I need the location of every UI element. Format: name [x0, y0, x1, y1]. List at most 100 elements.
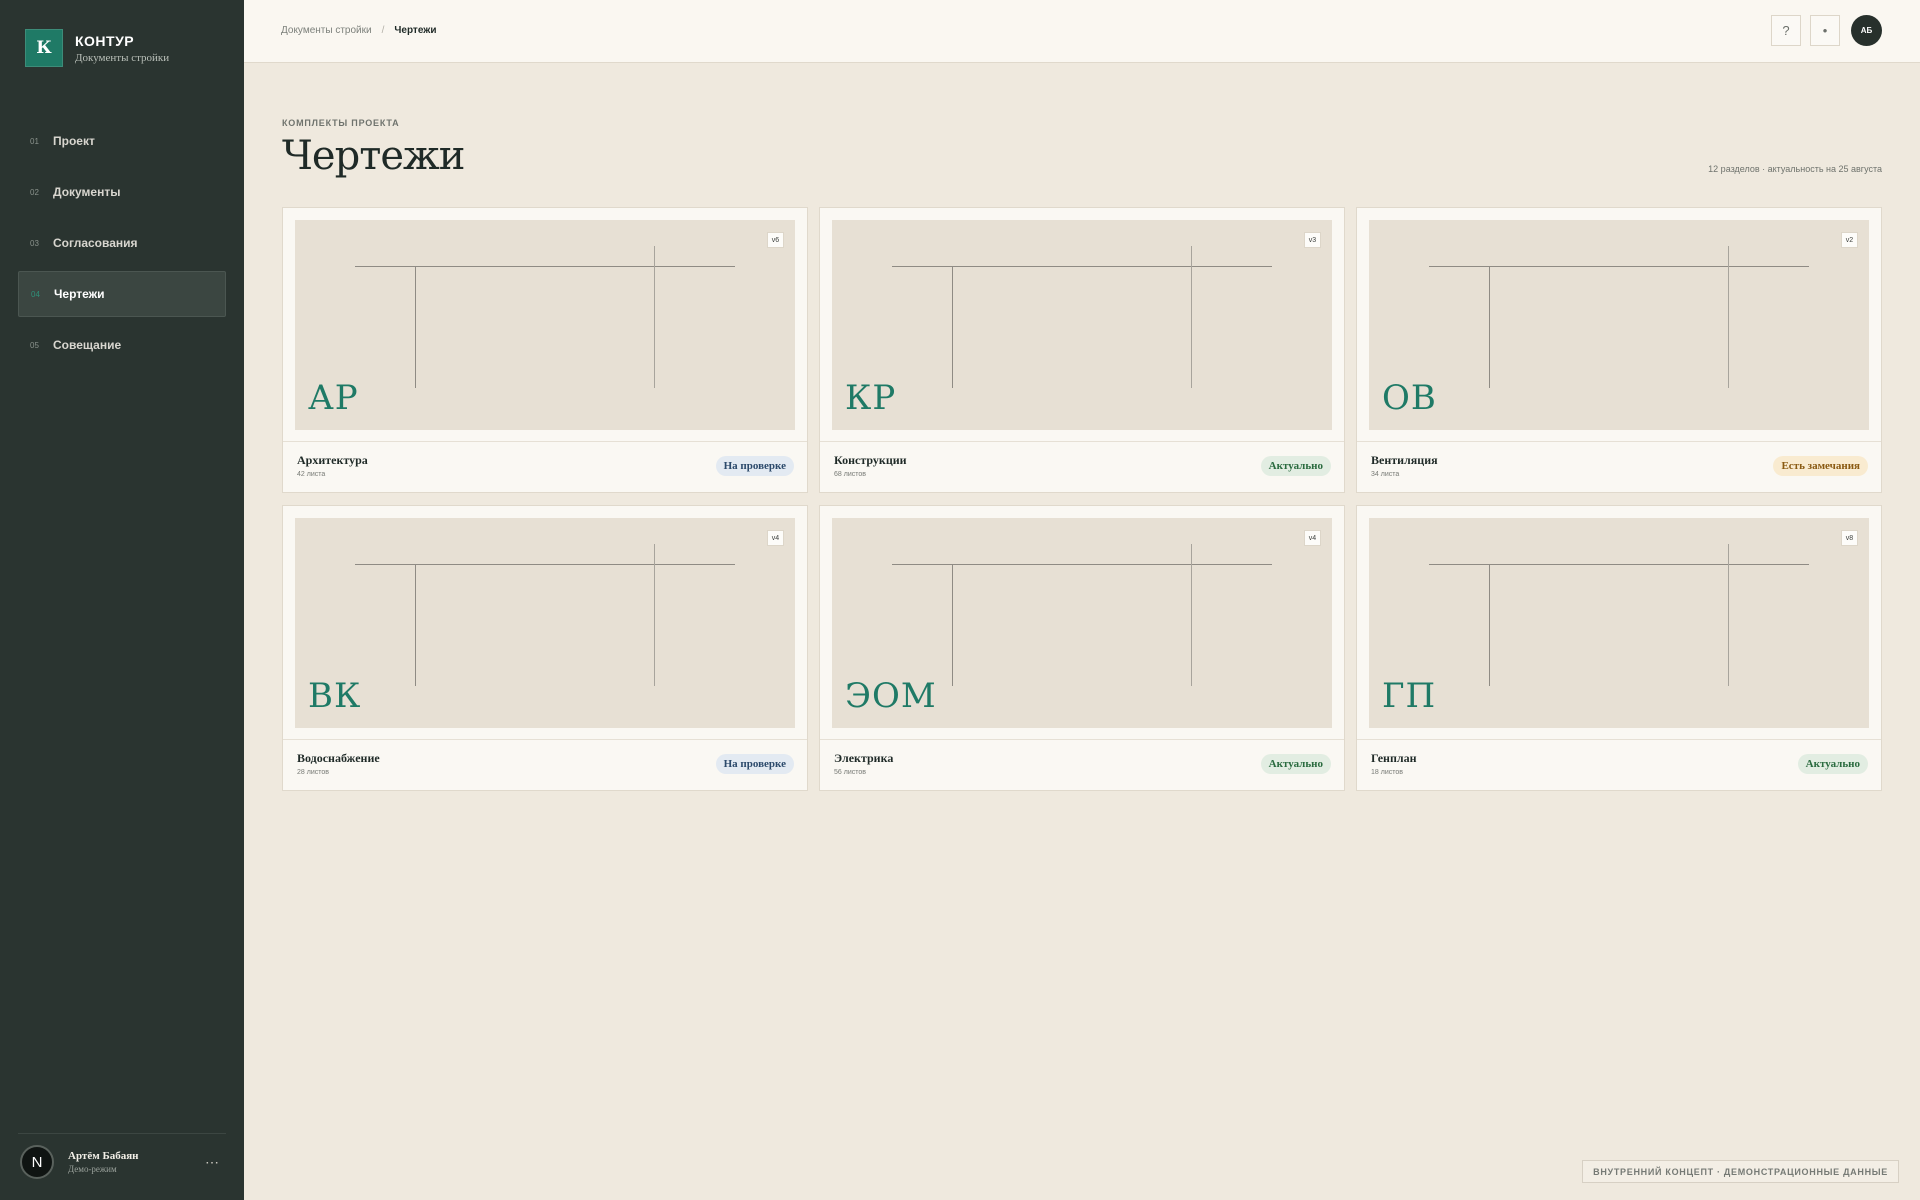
card-name: Конструкции: [834, 453, 907, 467]
version-badge: v6: [767, 232, 784, 248]
drawing-line: [654, 246, 655, 388]
card-sheets: 34 листа: [1371, 471, 1400, 478]
breadcrumb-current: Чертежи: [394, 25, 437, 36]
card-footer: Генплан 18 листов Актуально: [1357, 739, 1881, 791]
drawing-line: [415, 266, 416, 388]
sidebar-item-number: 02: [30, 187, 39, 197]
breadcrumb: Документы стройки / Чертежи: [281, 25, 437, 36]
drawing-set-card[interactable]: ВК v4 Водоснабжение 28 листов На проверк…: [282, 505, 808, 791]
drawing-line: [415, 564, 416, 686]
user-panel: N Артём Бабаян Демо-режим ⋯: [20, 1145, 224, 1179]
status-badge: Есть замечания: [1773, 456, 1868, 476]
card-footer: Электрика 56 листов Актуально: [820, 739, 1344, 791]
version-badge: v4: [767, 530, 784, 546]
drawing-line: [1429, 564, 1809, 565]
card-code: ОВ: [1382, 378, 1437, 418]
status-badge: На проверке: [715, 754, 794, 774]
card-sheets: 18 листов: [1371, 769, 1403, 776]
sidebar-item-drawings[interactable]: 04 Чертежи: [18, 271, 226, 317]
demo-data-tag: ВНУТРЕННИЙ КОНЦЕПТ · ДЕМОНСТРАЦИОННЫЕ ДА…: [1582, 1160, 1899, 1183]
card-footer: Водоснабжение 28 листов На проверке: [283, 739, 807, 791]
drawing-set-card[interactable]: ЭОМ v4 Электрика 56 листов Актуально: [819, 505, 1345, 791]
card-name: Генплан: [1371, 751, 1417, 765]
card-name: Архитектура: [297, 453, 368, 467]
brand-name: КОНТУР: [75, 32, 135, 49]
card-thumbnail: ГП v8: [1369, 518, 1869, 728]
status-badge: На проверке: [715, 456, 794, 476]
sidebar-item-number: 01: [30, 136, 39, 146]
sidebar-item-label: Проект: [53, 134, 95, 148]
notifications-button[interactable]: •: [1810, 15, 1840, 46]
drawing-line: [892, 266, 1272, 267]
drawing-line: [892, 564, 1272, 565]
drawing-line: [1429, 266, 1809, 267]
drawing-line: [952, 266, 953, 388]
card-thumbnail: ОВ v2: [1369, 220, 1869, 430]
card-sheets: 42 листа: [297, 471, 326, 478]
drawing-line: [355, 564, 735, 565]
version-badge: v8: [1841, 530, 1858, 546]
drawing-line: [1728, 544, 1729, 686]
drawing-line: [1489, 266, 1490, 388]
version-badge: v2: [1841, 232, 1858, 248]
drawing-set-card[interactable]: АР v6 Архитектура 42 листа На проверке: [282, 207, 808, 493]
help-button[interactable]: ?: [1771, 15, 1801, 46]
card-footer: Вентиляция 34 листа Есть замечания: [1357, 441, 1881, 493]
sidebar-item-meeting[interactable]: 05 Совещание: [18, 322, 226, 368]
brand-text: КОНТУР Документы стройки: [75, 33, 169, 64]
sidebar-item-number: 05: [30, 340, 39, 350]
drawing-set-card[interactable]: КР v3 Конструкции 68 листов Актуально: [819, 207, 1345, 493]
card-name: Электрика: [834, 751, 894, 765]
user-role: Демо-режим: [68, 1164, 117, 1174]
card-sheets: 68 листов: [834, 471, 866, 478]
help-icon: ?: [1782, 23, 1790, 38]
version-badge: v4: [1304, 530, 1321, 546]
breadcrumb-parent-link[interactable]: Документы стройки: [281, 25, 372, 36]
drawing-line: [654, 544, 655, 686]
topbar: Документы стройки / Чертежи ? • АБ: [244, 0, 1920, 63]
card-sheets: 28 листов: [297, 769, 329, 776]
card-code: ВК: [308, 676, 362, 716]
sidebar-item-number: 03: [30, 238, 39, 248]
status-badge: Актуально: [1797, 754, 1868, 774]
status-badge: Актуально: [1260, 456, 1331, 476]
card-footer: Архитектура 42 листа На проверке: [283, 441, 807, 493]
brand-logo: К: [25, 29, 63, 67]
sidebar-divider: [18, 1133, 226, 1134]
brand[interactable]: К КОНТУР Документы стройки: [25, 29, 169, 67]
sidebar: К КОНТУР Документы стройки 01 Проект 02 …: [0, 0, 244, 1200]
sidebar-item-label: Совещание: [53, 338, 122, 352]
card-thumbnail: ЭОМ v4: [832, 518, 1332, 728]
drawing-set-card[interactable]: ОВ v2 Вентиляция 34 листа Есть замечания: [1356, 207, 1882, 493]
sidebar-nav: 01 Проект 02 Документы 03 Согласования 0…: [18, 118, 226, 373]
more-icon[interactable]: ⋯: [201, 1154, 224, 1171]
user-avatar[interactable]: N: [20, 1145, 54, 1179]
sidebar-item-approvals[interactable]: 03 Согласования: [18, 220, 226, 266]
dot-icon: •: [1822, 23, 1828, 38]
user-name: Артём Бабаян: [68, 1150, 139, 1162]
sidebar-item-project[interactable]: 01 Проект: [18, 118, 226, 164]
top-actions: ? • АБ: [1771, 15, 1882, 46]
drawing-set-card[interactable]: ГП v8 Генплан 18 листов Актуально: [1356, 505, 1882, 791]
drawing-line: [355, 266, 735, 267]
card-code: КР: [845, 378, 897, 418]
sidebar-item-documents[interactable]: 02 Документы: [18, 169, 226, 215]
sidebar-item-number: 04: [31, 289, 40, 299]
profile-avatar[interactable]: АБ: [1851, 15, 1882, 46]
card-name: Вентиляция: [1371, 453, 1438, 467]
drawing-line: [1489, 564, 1490, 686]
version-badge: v3: [1304, 232, 1321, 248]
card-code: ГП: [1382, 676, 1437, 716]
brand-subtitle: Документы стройки: [75, 51, 170, 64]
card-thumbnail: ВК v4: [295, 518, 795, 728]
sidebar-item-label: Чертежи: [54, 287, 105, 301]
page-meta: 12 разделов · актуальность на 25 августа: [1708, 164, 1882, 174]
user-info: Артём Бабаян Демо-режим: [68, 1150, 201, 1174]
page-title: Чертежи: [282, 133, 465, 179]
breadcrumb-separator: /: [381, 25, 385, 36]
drawing-line: [1191, 246, 1192, 388]
drawing-line: [1191, 544, 1192, 686]
card-code: ЭОМ: [845, 676, 937, 716]
drawing-line: [952, 564, 953, 686]
card-sheets: 56 листов: [834, 769, 866, 776]
